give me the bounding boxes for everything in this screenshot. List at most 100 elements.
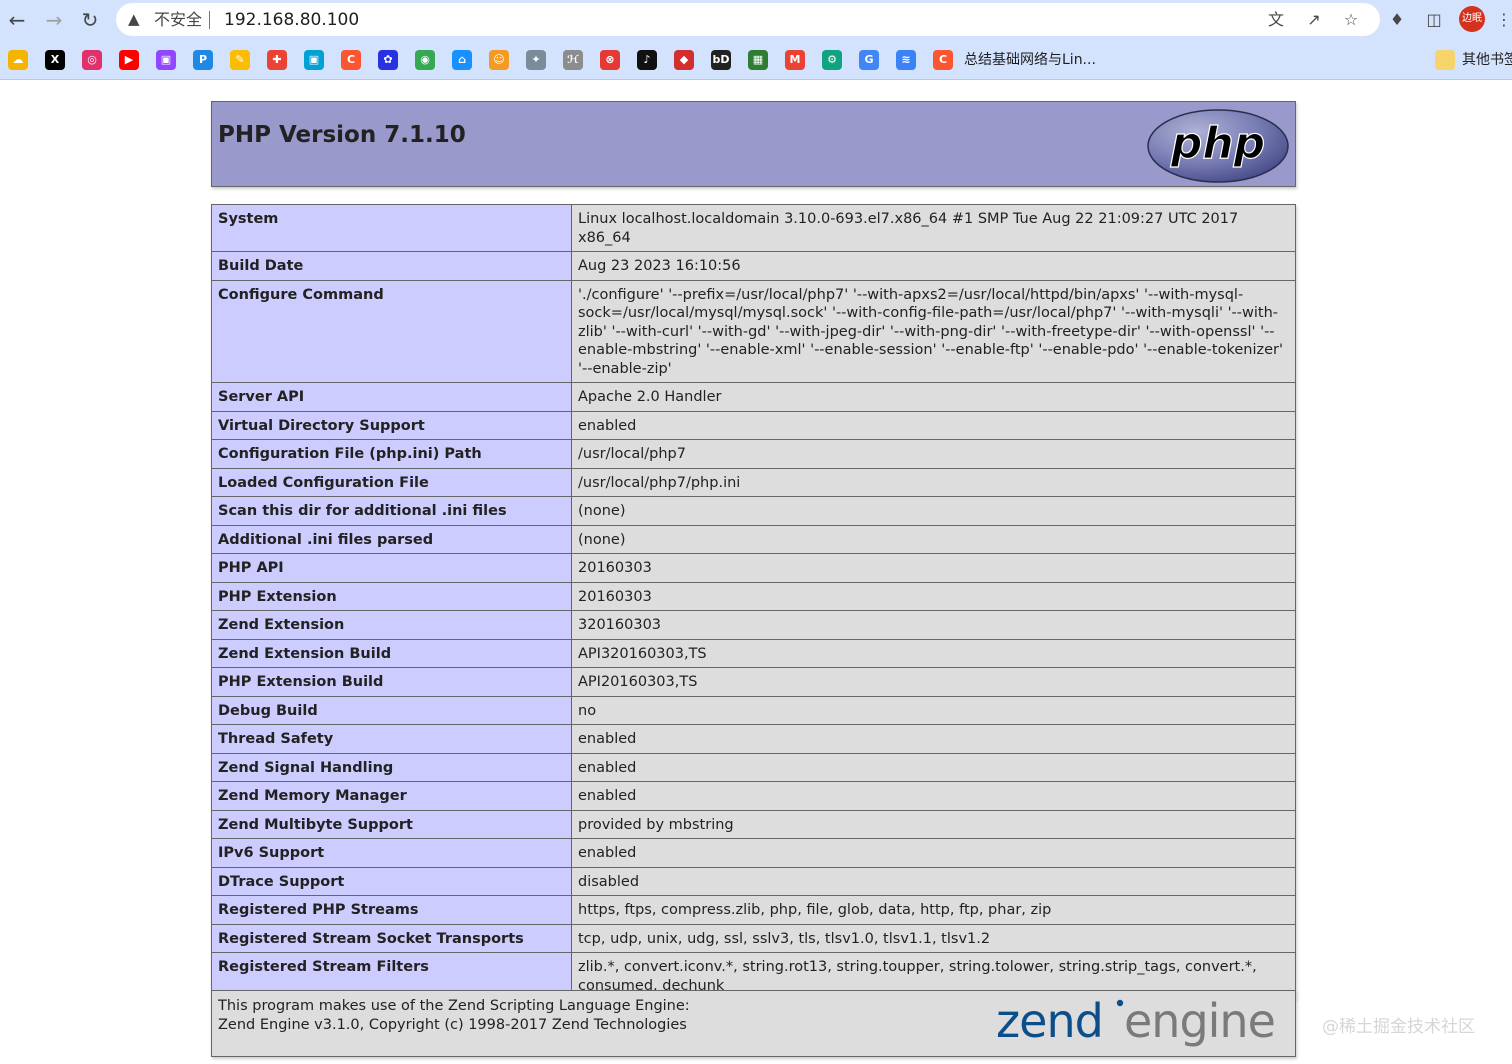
bird-icon[interactable]: ✦	[526, 50, 546, 70]
youtube-icon[interactable]: ▶	[119, 50, 139, 70]
row-key: Virtual Directory Support	[211, 410, 572, 440]
zend-logo-word2: engine	[1124, 994, 1275, 1048]
row-key: Server API	[211, 382, 572, 412]
csdn-icon[interactable]: C	[341, 50, 361, 70]
csdn-c-icon[interactable]: C	[933, 50, 953, 70]
row-value: tcp, udp, unix, udg, ssl, sslv3, tls, tl…	[571, 923, 1296, 953]
zend-engine-box: This program makes use of the Zend Scrip…	[211, 990, 1296, 1057]
row-value: 320160303	[571, 610, 1296, 640]
row-value: https, ftps, compress.zlib, php, file, g…	[571, 895, 1296, 925]
x-icon[interactable]: X	[45, 50, 65, 70]
layers-icon[interactable]: ≋	[896, 50, 916, 70]
row-key: Debug Build	[211, 695, 572, 725]
row-key: Loaded Configuration File	[211, 467, 572, 497]
instagram-icon[interactable]: ◎	[82, 50, 102, 70]
row-value: Aug 23 2023 16:10:56	[571, 251, 1296, 281]
row-value: /usr/local/php7/php.ini	[571, 467, 1296, 497]
row-value: provided by mbstring	[571, 809, 1296, 839]
side-panel-icon[interactable]: ◫	[1422, 8, 1446, 32]
row-key: Additional .ini files parsed	[211, 524, 572, 554]
baidu-icon[interactable]: ✿	[378, 50, 398, 70]
row-value: disabled	[571, 866, 1296, 896]
table-row: Zend Signal Handling enabled	[211, 752, 1296, 782]
table-row: System Linux localhost.localdomain 3.10.0…	[211, 204, 1296, 252]
row-key: PHP Extension Build	[211, 667, 572, 697]
table-row: Server API Apache 2.0 Handler	[211, 382, 1296, 412]
twitch-icon[interactable]: ▣	[156, 50, 176, 70]
table-row: Registered PHP Streams https, ftps, compr…	[211, 895, 1296, 925]
row-key: Build Date	[211, 251, 572, 281]
bookmark-item-label[interactable]: 总结基础网络与Lin...	[964, 50, 1096, 70]
row-key: Registered PHP Streams	[211, 895, 572, 925]
row-value: enabled	[571, 410, 1296, 440]
translate-icon[interactable]: 文	[1265, 9, 1287, 31]
row-key: Thread Safety	[211, 724, 572, 754]
share-icon[interactable]: ↗	[1303, 9, 1325, 31]
table-row: Registered Stream Socket Transports tcp, …	[211, 923, 1296, 953]
row-value: enabled	[571, 724, 1296, 754]
url-text[interactable]: 192.168.80.100	[224, 9, 359, 31]
row-key: Zend Signal Handling	[211, 752, 572, 782]
puzzle-icon[interactable]: ✚	[267, 50, 287, 70]
table-row: Additional .ini files parsed (none)	[211, 524, 1296, 554]
zend-logo-word1: zend	[996, 994, 1103, 1048]
php-version-header: PHP Version 7.1.10 php	[211, 101, 1296, 187]
security-status-label[interactable]: 不安全	[154, 9, 202, 31]
bilibili-icon[interactable]: ▣	[304, 50, 324, 70]
google-icon[interactable]: G	[859, 50, 879, 70]
row-value: Apache 2.0 Handler	[571, 382, 1296, 412]
gmail-icon[interactable]: M	[785, 50, 805, 70]
zend-line-2: Zend Engine v3.1.0, Copyright (c) 1998-2…	[218, 1016, 687, 1033]
script-icon[interactable]: ℋ	[563, 50, 583, 70]
btd-icon[interactable]: bD	[711, 50, 731, 70]
warning-triangle-icon[interactable]: ▲	[128, 10, 146, 28]
table-row: Zend Memory Manager enabled	[211, 781, 1296, 811]
notes-icon[interactable]: ✎	[230, 50, 250, 70]
row-key: PHP Extension	[211, 581, 572, 611]
table-row: Zend Extension Build API320160303,TS	[211, 638, 1296, 668]
table-row: Zend Multibyte Support provided by mbstri…	[211, 809, 1296, 839]
table-row: Configure Command './configure' '--prefix…	[211, 279, 1296, 383]
profile-avatar[interactable]: 边眠	[1459, 6, 1485, 32]
cat-icon[interactable]: ☺	[489, 50, 509, 70]
star-bookmark-icon[interactable]: ☆	[1340, 9, 1362, 31]
grid-icon[interactable]: ▦	[748, 50, 768, 70]
php-logo-icon: php	[1147, 109, 1289, 183]
row-key: DTrace Support	[211, 866, 572, 896]
row-value: no	[571, 695, 1296, 725]
address-bar[interactable]: ▲ 不安全 192.168.80.100 文 ↗ ☆	[116, 3, 1380, 36]
forward-arrow-icon[interactable]: →	[40, 6, 68, 34]
page-title: PHP Version 7.1.10	[218, 122, 466, 148]
chrome-icon[interactable]: ◉	[415, 50, 435, 70]
zend-engine-text: This program makes use of the Zend Scrip…	[218, 997, 690, 1034]
back-arrow-icon[interactable]: ←	[3, 6, 31, 34]
extensions-puzzle-icon[interactable]: ♦	[1385, 8, 1409, 32]
menu-kebab-icon[interactable]: ⋮	[1496, 8, 1512, 32]
row-value: (none)	[571, 524, 1296, 554]
table-row: Debug Build no	[211, 695, 1296, 725]
tiktok-icon[interactable]: ♪	[637, 50, 657, 70]
row-key: System	[211, 204, 572, 252]
box-icon[interactable]: ◆	[674, 50, 694, 70]
p-icon[interactable]: P	[193, 50, 213, 70]
row-key: Zend Memory Manager	[211, 781, 572, 811]
row-value: Linux localhost.localdomain 3.10.0-693.e…	[571, 204, 1296, 252]
table-row: Build Date Aug 23 2023 16:10:56	[211, 251, 1296, 281]
circle-x-icon[interactable]: ⊗	[600, 50, 620, 70]
rainbow-icon[interactable]: ☁	[8, 50, 28, 70]
openai-icon[interactable]: ⚙	[822, 50, 842, 70]
table-row: PHP Extension 20160303	[211, 581, 1296, 611]
folder-icon[interactable]	[1435, 50, 1455, 70]
phpinfo-page: PHP Version 7.1.10 php System Linux local…	[0, 81, 1512, 1064]
row-value: enabled	[571, 752, 1296, 782]
omnibox-divider	[209, 11, 210, 29]
other-bookmarks-label[interactable]: 其他书签	[1462, 50, 1512, 70]
reload-icon[interactable]: ↻	[76, 6, 104, 34]
row-value: (none)	[571, 496, 1296, 526]
cloud-icon[interactable]: ⌂	[452, 50, 472, 70]
row-key: Zend Extension Build	[211, 638, 572, 668]
row-key: Zend Multibyte Support	[211, 809, 572, 839]
php-logo-text: php	[1170, 118, 1265, 169]
row-value: enabled	[571, 781, 1296, 811]
row-key: Configure Command	[211, 279, 572, 383]
